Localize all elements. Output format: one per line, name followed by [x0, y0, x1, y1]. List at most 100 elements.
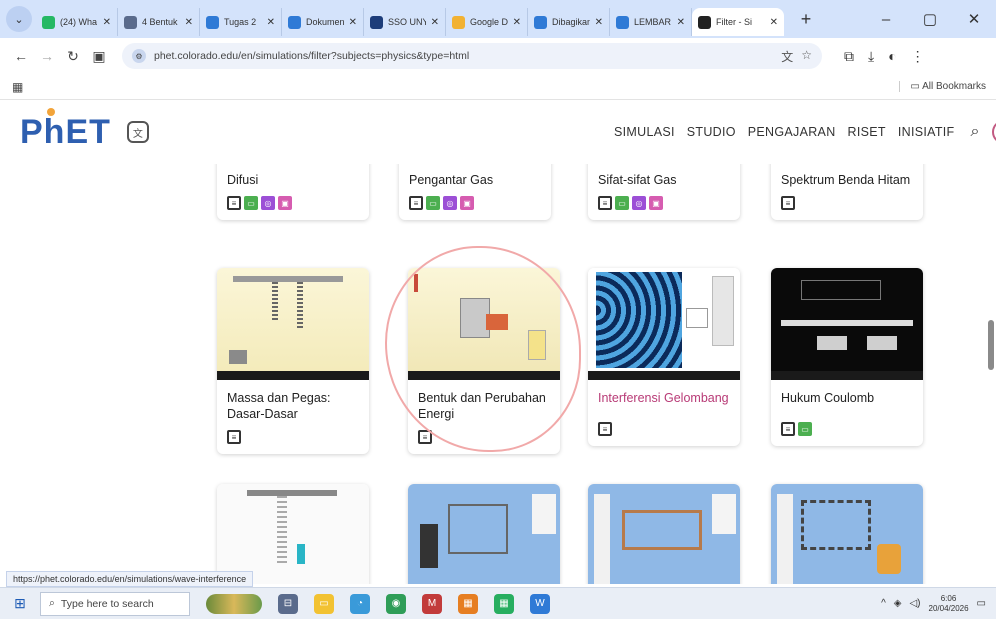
back-icon[interactable]: ← — [8, 43, 34, 69]
tab-search-icon[interactable]: ▣ — [86, 43, 112, 69]
apps-grid-icon[interactable]: ▦ — [12, 80, 23, 94]
sim-badges: ≡ — [588, 414, 740, 446]
presentation-badge-icon[interactable]: ▣ — [278, 196, 292, 210]
nav-riset[interactable]: RISET — [848, 125, 886, 139]
browser-tab[interactable]: Dibagikan ✕ — [528, 8, 610, 36]
browser-tab[interactable]: (24) Wha ✕ — [36, 8, 118, 36]
notification-icon[interactable]: ▭ — [977, 598, 986, 609]
sim-thumbnail — [771, 484, 923, 584]
sim-card-row3-4[interactable] — [771, 484, 923, 584]
profile-icon[interactable]: ◐ — [888, 48, 896, 65]
chrome-icon[interactable]: ◉ — [386, 593, 406, 614]
download-icon[interactable]: ⤓ — [868, 48, 874, 65]
extensions-icon[interactable]: ⧉ — [844, 48, 854, 65]
windows-start-icon[interactable]: ⊞ — [0, 595, 40, 612]
inquiry-badge-icon[interactable]: ◎ — [261, 196, 275, 210]
tab-close-icon[interactable]: ✕ — [185, 17, 193, 28]
thumb-bar — [217, 371, 369, 380]
html5-badge-icon[interactable]: ≡ — [598, 196, 612, 210]
address-bar[interactable]: ⚙ phet.colorado.edu/en/simulations/filte… — [122, 43, 822, 69]
forward-icon[interactable]: → — [34, 43, 60, 69]
sim-card-row3-2[interactable] — [408, 484, 560, 584]
presentation-badge-icon[interactable]: ▣ — [649, 196, 663, 210]
browser-tab[interactable]: Tugas 2 ✕ — [200, 8, 282, 36]
html5-badge-icon[interactable]: ≡ — [227, 430, 241, 444]
network-icon[interactable]: ◈ — [894, 598, 902, 609]
browser-tab[interactable]: SSO UNY ✕ — [364, 8, 446, 36]
phet-logo[interactable]: PhET — [20, 107, 111, 152]
app-grid-icon[interactable]: ▦ — [494, 593, 514, 614]
account-icon[interactable]: ⚇ — [991, 120, 996, 144]
html5-badge-icon[interactable]: ≡ — [781, 422, 795, 436]
bookmark-star-icon[interactable]: ☆ — [801, 48, 812, 65]
language-icon[interactable]: 文 — [126, 121, 149, 143]
tab-close-icon[interactable]: ✕ — [431, 17, 439, 28]
sim-card-row3-3[interactable] — [588, 484, 740, 584]
sim-card-massa-pegas[interactable]: Massa dan Pegas: Dasar-Dasar ≡ — [217, 268, 369, 454]
simulation-badge-icon[interactable]: ▭ — [615, 196, 629, 210]
tab-close-icon[interactable]: ✕ — [267, 17, 275, 28]
phet-header: PhET 文 SIMULASI STUDIO PENGAJARAN RISET … — [0, 100, 996, 164]
tab-close-icon[interactable]: ✕ — [103, 17, 111, 28]
tray-chevron-icon[interactable]: ^ — [881, 598, 886, 609]
file-explorer-icon[interactable]: ▭ — [314, 593, 334, 614]
browser-tab[interactable]: Filter - Si ✕ — [692, 8, 784, 36]
menu-kebab-icon[interactable]: ⋮ — [911, 48, 925, 65]
nav-pengajaran[interactable]: PENGAJARAN — [748, 125, 836, 139]
nav-simulasi[interactable]: SIMULASI — [614, 125, 675, 139]
reload-icon[interactable]: ↻ — [60, 43, 86, 69]
browser-tab[interactable]: Dokumen ✕ — [282, 8, 364, 36]
task-view-icon[interactable]: ⊟ — [278, 593, 298, 614]
tab-close-icon[interactable]: ✕ — [349, 17, 357, 28]
browser-tab[interactable]: LEMBAR ✕ — [610, 8, 692, 36]
nav-studio[interactable]: STUDIO — [687, 125, 736, 139]
simulation-badge-icon[interactable]: ▭ — [798, 422, 812, 436]
close-window-icon[interactable]: ✕ — [952, 0, 996, 38]
browser-toolbar: ← → ↻ ▣ ⚙ phet.colorado.edu/en/simulatio… — [0, 38, 996, 74]
all-bookmarks-button[interactable]: ▭ All Bookmarks — [899, 81, 996, 92]
sim-card-interferensi-gelombang[interactable]: Interferensi Gelombang ≡ — [588, 268, 740, 446]
clock[interactable]: 6:06 20/04/2026 — [929, 594, 969, 614]
site-info-icon[interactable]: ⚙ — [132, 49, 146, 63]
inquiry-badge-icon[interactable]: ◎ — [443, 196, 457, 210]
thumb-shape — [877, 544, 901, 574]
simulation-badge-icon[interactable]: ▭ — [244, 196, 258, 210]
volume-icon[interactable]: ◁) — [909, 598, 920, 609]
tab-close-icon[interactable]: ✕ — [770, 17, 778, 28]
html5-badge-icon[interactable]: ≡ — [409, 196, 423, 210]
thumb-shape — [686, 308, 708, 328]
minimize-icon[interactable]: – — [864, 0, 908, 38]
new-tab-button[interactable]: + — [794, 9, 818, 30]
sim-card-difusi[interactable]: Difusi ≡ ▭ ◎ ▣ — [217, 164, 369, 220]
store-icon[interactable]: ▦ — [458, 593, 478, 614]
maximize-icon[interactable]: ▢ — [908, 0, 952, 38]
simulation-badge-icon[interactable]: ▭ — [426, 196, 440, 210]
sim-card-spektrum-benda-hitam[interactable]: Spektrum Benda Hitam ≡ — [771, 164, 923, 220]
html5-badge-icon[interactable]: ≡ — [781, 196, 795, 210]
taskbar-search-box[interactable]: ⌕ Type here to search — [40, 591, 190, 616]
edge-icon[interactable]: ◔ — [350, 593, 370, 614]
browser-tab[interactable]: 4 Bentuk ✕ — [118, 8, 200, 36]
sim-card-sifat-gas[interactable]: Sifat-sifat Gas ≡ ▭ ◎ ▣ — [588, 164, 740, 220]
word-icon[interactable]: W — [530, 593, 550, 614]
tab-search-chevron-icon[interactable]: ⌄ — [6, 6, 32, 32]
browser-tab[interactable]: Google D ✕ — [446, 8, 528, 36]
sim-card-pengantar-gas[interactable]: Pengantar Gas ≡ ▭ ◎ ▣ — [399, 164, 551, 220]
sim-card-row3-1[interactable] — [217, 484, 369, 584]
tab-close-icon[interactable]: ✕ — [595, 17, 603, 28]
tab-close-icon[interactable]: ✕ — [677, 17, 685, 28]
presentation-badge-icon[interactable]: ▣ — [460, 196, 474, 210]
page-scrollbar-thumb[interactable] — [988, 320, 994, 370]
thumb-shape — [277, 496, 287, 566]
html5-badge-icon[interactable]: ≡ — [598, 422, 612, 436]
sim-card-hukum-coulomb[interactable]: Hukum Coulomb ≡ ▭ — [771, 268, 923, 446]
html5-badge-icon[interactable]: ≡ — [227, 196, 241, 210]
news-widget-icon[interactable] — [206, 593, 262, 614]
inquiry-badge-icon[interactable]: ◎ — [632, 196, 646, 210]
app-m-icon[interactable]: M — [422, 593, 442, 614]
bookmarks-bar: ▦ ▭ All Bookmarks — [0, 74, 996, 100]
tab-close-icon[interactable]: ✕ — [513, 17, 521, 28]
search-icon[interactable]: ⌕ — [970, 123, 979, 141]
nav-inisiatif[interactable]: INISIATIF — [898, 125, 955, 139]
translate-icon[interactable]: 文 — [781, 48, 793, 65]
